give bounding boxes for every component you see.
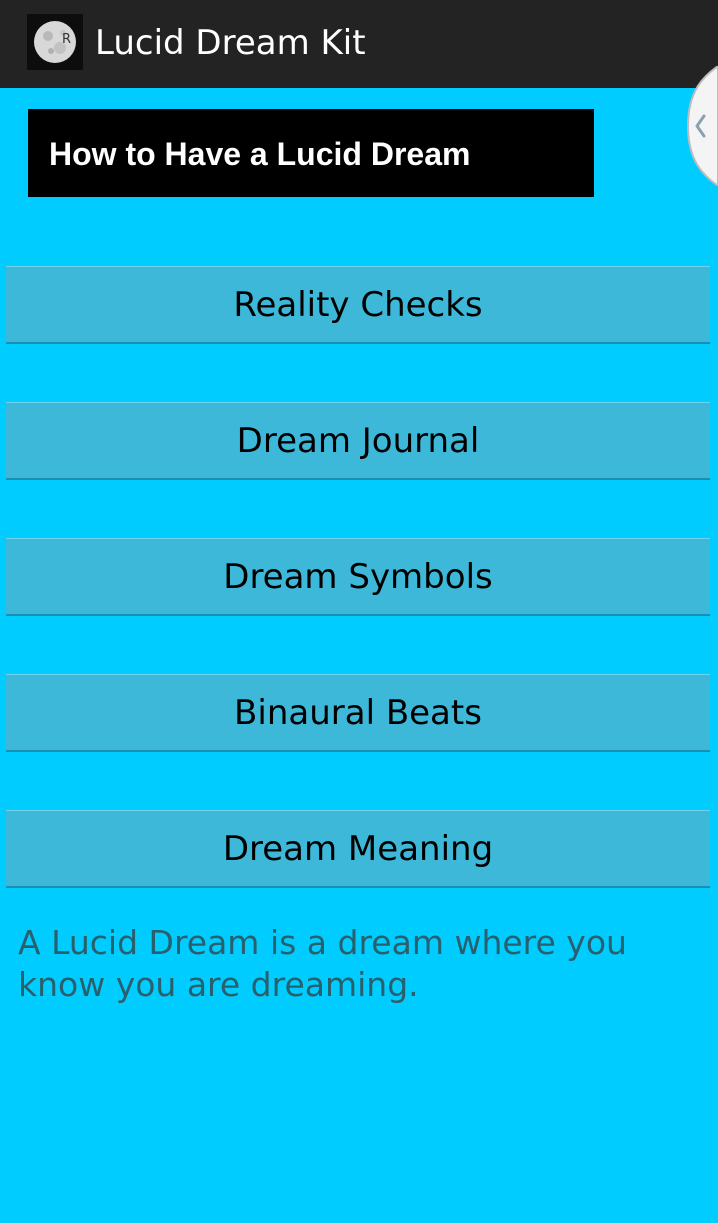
reality-checks-button[interactable]: Reality Checks xyxy=(6,266,710,344)
heading-banner: How to Have a Lucid Dream xyxy=(28,109,594,197)
action-bar: R Lucid Dream Kit xyxy=(0,0,718,88)
page-heading: How to Have a Lucid Dream xyxy=(49,136,471,172)
moon-app-icon[interactable]: R xyxy=(27,14,83,70)
svg-text:R: R xyxy=(62,32,71,47)
drawer-handle[interactable] xyxy=(684,64,718,188)
dream-journal-button[interactable]: Dream Journal xyxy=(6,402,710,480)
lucid-dream-description: A Lucid Dream is a dream where you know … xyxy=(18,923,627,1004)
binaural-beats-button[interactable]: Binaural Beats xyxy=(6,674,710,752)
dream-meaning-button[interactable]: Dream Meaning xyxy=(6,810,710,888)
app-title: Lucid Dream Kit xyxy=(95,23,366,63)
dream-symbols-button[interactable]: Dream Symbols xyxy=(6,538,710,616)
